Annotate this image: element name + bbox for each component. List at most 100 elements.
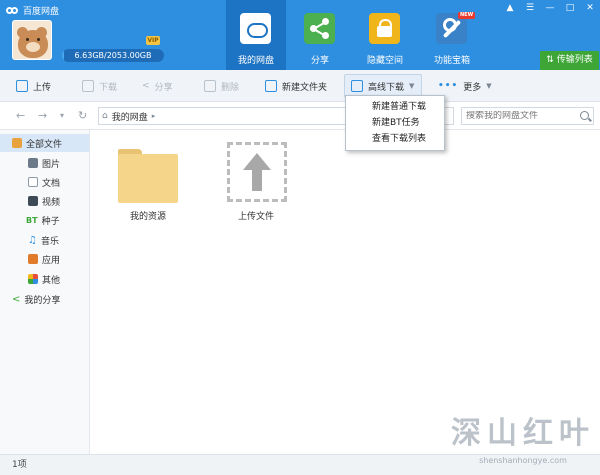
watermark-cn: 深山红叶 [451,416,595,451]
storage-quota-bar: 6.63GB/2053.00GB [62,49,164,62]
sidebar-item-music[interactable]: ♫ 音乐 [0,231,89,249]
delete-label: 删除 [221,82,240,93]
upload-label: 上传 [33,82,52,93]
chevron-down-icon: ▼ [486,82,492,90]
close-icon[interactable]: ✕ [580,0,600,16]
title-bar: 百度网盘 VIP 6.63GB/2053.00GB 我的网盘 分享 隐藏空间 N… [0,0,600,70]
sidebar-item-images[interactable]: 图片 [0,154,89,172]
search-box[interactable] [461,107,594,125]
sidebar-item-label: 种子 [41,216,60,227]
vip-badge[interactable]: VIP [146,36,160,45]
avatar[interactable] [12,20,52,60]
delete-button[interactable]: 删除 [204,70,239,102]
menu-icon[interactable]: ☰ [520,0,540,16]
offline-download-icon [351,80,363,92]
toolbar: 上传 下载 < 分享 删除 新建文件夹 高线下载 ▼ ••• 更多 ▼ [0,70,600,102]
trash-icon [204,80,216,92]
share-icon: < [142,81,150,91]
item-count: 1项 [12,460,27,470]
sidebar-item-label: 我的分享 [24,295,61,306]
address-bar: ← → ▾ ↻ ⌂ 我的网盘 ▸ [0,102,600,130]
share-button[interactable]: < 分享 [142,70,173,102]
sidebar-item-label: 音乐 [40,236,59,247]
tab-label: 我的网盘 [237,56,274,66]
tab-label: 功能宝箱 [433,56,470,66]
transfer-icon: ⇅ [546,55,554,65]
watermark-en: shenshanhongye.com [479,456,567,465]
tab-label: 隐藏空间 [366,56,403,66]
cloud-icon [240,13,271,44]
sidebar: 全部文件 图片 文档 视频 BT 种子 ♫ 音乐 应用 其他 < 我的分享 [0,130,90,454]
download-label: 下载 [99,82,118,93]
menu-item-new-bt-task[interactable]: 新建BT任务 [346,115,444,131]
maximize-icon[interactable]: □ [560,0,580,16]
music-icon: ♫ [28,234,37,246]
document-icon [28,177,38,187]
transfer-list-button[interactable]: ⇅ 传输列表 [540,51,599,70]
breadcrumb-separator-icon: ▸ [151,112,156,120]
other-icon [28,274,38,284]
tab-toolbox[interactable]: NEW 功能宝箱 [422,0,482,70]
folder-item[interactable] [118,146,178,204]
sidebar-item-all-files[interactable]: 全部文件 [0,134,89,152]
home-icon: ⌂ [102,111,108,121]
download-button[interactable]: 下载 [82,70,117,102]
torrent-icon: BT [26,215,38,225]
sidebar-item-videos[interactable]: 视频 [0,192,89,210]
tab-my-netdisk[interactable]: 我的网盘 [226,0,286,70]
tab-label: 分享 [310,56,329,66]
sidebar-item-other[interactable]: 其他 [0,270,89,288]
minimize-icon[interactable]: — [540,0,560,16]
more-dots-icon: ••• [438,81,459,91]
more-button[interactable]: ••• 更多 ▼ [438,70,492,102]
bell-icon[interactable]: ▲ [500,0,520,16]
watermark: 深山红叶 shenshanhongye.com [448,408,598,465]
sidebar-item-torrents[interactable]: BT 种子 [0,211,89,229]
download-icon [82,80,94,92]
upload-file-tile[interactable] [227,142,287,202]
my-share-icon: < [12,293,21,305]
more-label: 更多 [463,82,482,93]
back-arrow-icon[interactable]: ← [16,109,25,122]
video-icon [28,196,38,206]
breadcrumb-item[interactable]: 我的网盘 [112,110,148,123]
lock-icon [369,13,400,44]
app-title: 百度网盘 [6,4,59,17]
new-folder-button[interactable]: 新建文件夹 [265,70,327,102]
upload-file-label[interactable]: 上传文件 [216,209,296,222]
upload-button[interactable]: 上传 [16,70,51,102]
folder-name[interactable]: 我的资源 [108,209,188,222]
upload-icon [16,80,28,92]
app-title-label: 百度网盘 [23,7,60,17]
chevron-down-icon: ▼ [409,82,415,90]
offline-download-label: 高线下载 [368,82,405,93]
tab-share[interactable]: 分享 [290,0,350,70]
forward-arrow-icon[interactable]: → [38,109,47,122]
tab-hidden-space[interactable]: 隐藏空间 [355,0,415,70]
new-folder-icon [265,80,277,92]
menu-item-view-download-list[interactable]: 查看下载列表 [346,131,444,147]
sidebar-item-apps[interactable]: 应用 [0,250,89,268]
history-chevron-icon[interactable]: ▾ [60,111,64,120]
window-controls: ▲ ☰ — □ ✕ [500,0,600,16]
share-icon [304,13,335,44]
app-icon [28,254,38,264]
sidebar-item-label: 其他 [42,275,61,286]
folder-icon [118,154,178,203]
sidebar-item-label: 图片 [42,159,61,170]
offline-download-menu: 新建普通下载 新建BT任务 查看下载列表 [345,95,445,151]
sidebar-item-label: 视频 [42,197,61,208]
search-input[interactable] [466,111,576,121]
share-label: 分享 [154,82,173,93]
image-icon [28,158,38,168]
refresh-icon[interactable]: ↻ [78,109,87,122]
sidebar-item-documents[interactable]: 文档 [0,173,89,191]
all-files-icon [12,138,22,148]
sidebar-item-my-share[interactable]: < 我的分享 [0,290,89,308]
search-icon[interactable] [580,111,589,120]
menu-item-new-normal-download[interactable]: 新建普通下载 [346,99,444,115]
transfer-list-label: 传输列表 [556,55,593,65]
new-folder-label: 新建文件夹 [282,82,328,93]
sidebar-item-label: 应用 [42,255,61,266]
sidebar-item-label: 全部文件 [26,139,63,150]
